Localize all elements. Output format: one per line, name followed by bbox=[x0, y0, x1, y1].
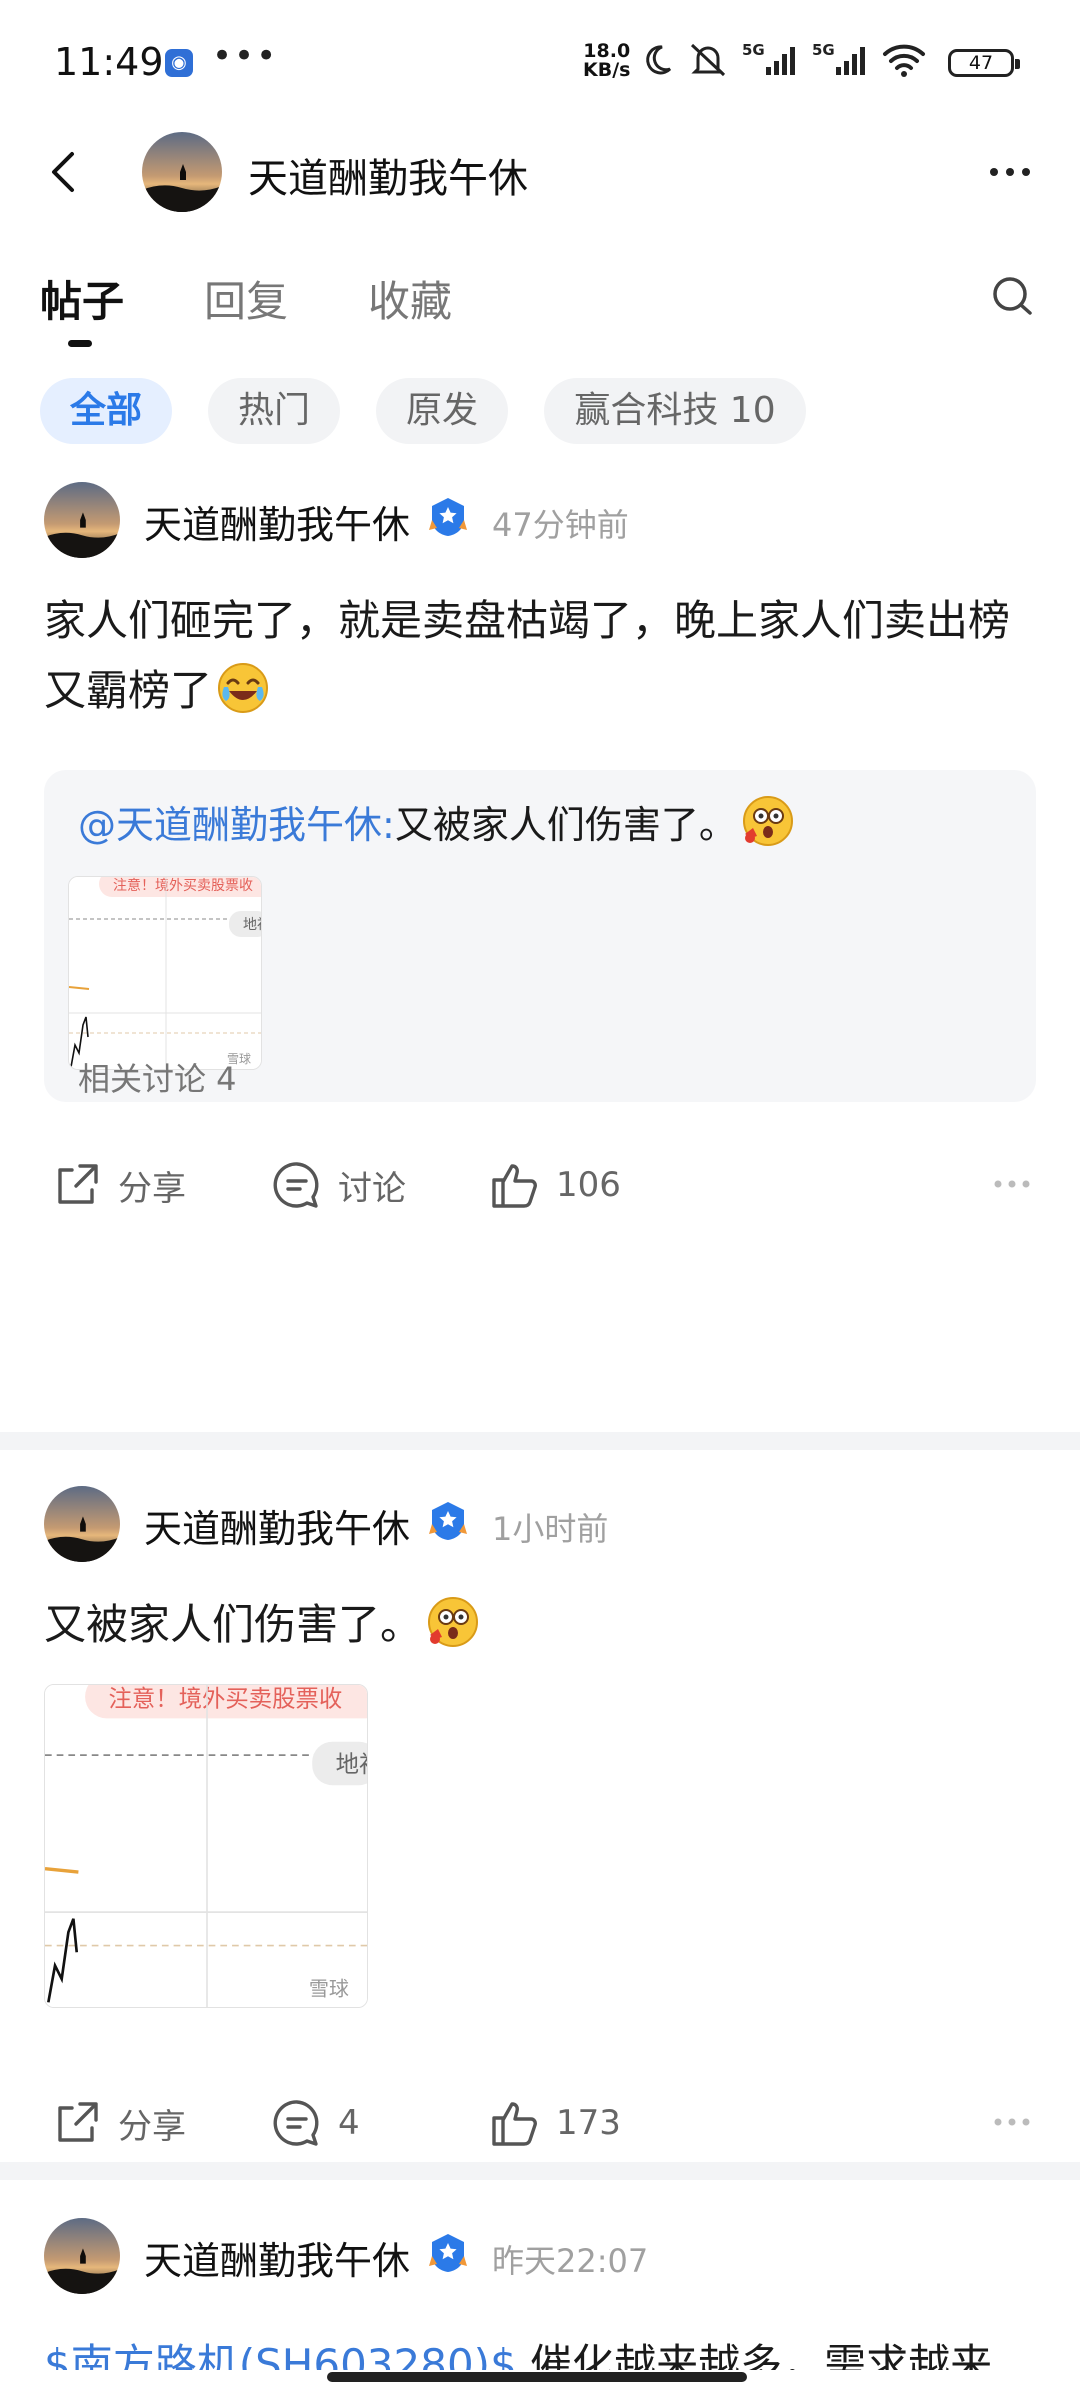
more-icon[interactable] bbox=[980, 142, 1040, 202]
svg-text:5G: 5G bbox=[742, 41, 765, 59]
back-arrow-icon[interactable] bbox=[36, 142, 96, 202]
net-speed-unit: KB/s bbox=[583, 59, 631, 81]
tab-bar: 帖子 回复 收藏 bbox=[0, 260, 1080, 360]
chart-thumbnail-image: 注意！境外买卖股票收 地衫 雪球 bbox=[45, 1685, 368, 2007]
chart-thumbnail[interactable]: 注意！境外买卖股票收 地衫 雪球 bbox=[44, 1684, 368, 2008]
comment-icon bbox=[273, 2100, 319, 2146]
verified-badge-icon bbox=[429, 1502, 467, 1540]
share-label: 分享 bbox=[118, 2106, 186, 2147]
moon-icon bbox=[646, 45, 672, 75]
signal-5g-icon: 5G bbox=[742, 41, 795, 75]
thumb-tag-text: 地衫 bbox=[243, 917, 262, 933]
post-divider bbox=[0, 2162, 1080, 2180]
profile-name: 天道酬勤我午休 bbox=[248, 156, 528, 202]
chart-thumbnail[interactable]: 注意！境外买卖股票收 地衫 雪球 bbox=[68, 876, 262, 1070]
signal-5g-icon-2: 5G bbox=[812, 41, 865, 75]
thumb-tag-text: 地衫 bbox=[336, 1750, 368, 1778]
like-count: 106 bbox=[556, 1165, 621, 1205]
net-speed: 18.0 KB/s bbox=[583, 42, 630, 80]
quoted-text: 又被家人们伤害了。 bbox=[394, 803, 737, 847]
chip-original[interactable]: 原发 bbox=[376, 378, 508, 444]
avatar[interactable] bbox=[142, 132, 222, 212]
svg-text:5G: 5G bbox=[812, 41, 835, 59]
post-text: 催化越来越多，需求越来 bbox=[516, 2340, 993, 2370]
status-more-icon: ••• bbox=[212, 36, 279, 76]
author-name[interactable]: 天道酬勤我午休 bbox=[144, 494, 410, 549]
like-button[interactable]: 106 bbox=[488, 1150, 621, 1220]
thumb-watermark-text: 雪球 bbox=[309, 1977, 349, 2001]
post-text: 家人们砸完了，就是卖盘枯竭了，晚上家人们卖出榜又霸榜了 bbox=[44, 596, 1011, 715]
tab-indicator bbox=[68, 340, 92, 347]
post-more-icon[interactable] bbox=[990, 2100, 1034, 2144]
chip-hot[interactable]: 热门 bbox=[208, 378, 340, 444]
tab-favorites[interactable]: 收藏 bbox=[368, 268, 452, 329]
author-name[interactable]: 天道酬勤我午休 bbox=[144, 2230, 410, 2285]
quoted-user-mention[interactable]: @天道酬勤我午休: bbox=[78, 803, 395, 847]
status-time: 11:49 bbox=[54, 40, 164, 84]
verified-badge-icon bbox=[429, 498, 467, 536]
dizzy-face-emoji bbox=[428, 1597, 479, 1647]
quoted-post-text: @天道酬勤我午休:又被家人们伤害了。 bbox=[78, 794, 795, 853]
mute-bell-icon bbox=[690, 43, 726, 77]
profile-header: 天道酬勤我午休 bbox=[0, 128, 1080, 216]
stock-link[interactable]: $南方路机(SH603280)$ bbox=[44, 2340, 517, 2370]
related-discussions[interactable]: 相关讨论 4 bbox=[78, 1054, 237, 1100]
post-divider bbox=[0, 1432, 1080, 1450]
battery-icon: 47 bbox=[948, 49, 1020, 77]
share-button[interactable]: 分享 bbox=[50, 2088, 186, 2158]
comment-button[interactable]: 4 bbox=[270, 2088, 360, 2158]
post-actions: 分享 讨论 106 bbox=[0, 1150, 1080, 1220]
post-more-icon[interactable] bbox=[990, 1162, 1034, 1206]
post-time: 昨天22:07 bbox=[492, 2242, 649, 2280]
share-icon bbox=[58, 1164, 98, 1204]
comment-label: 讨论 bbox=[338, 1168, 406, 1209]
status-icons: 5G 5G bbox=[640, 40, 926, 80]
share-button[interactable]: 分享 bbox=[50, 1150, 186, 1220]
avatar[interactable] bbox=[44, 2218, 120, 2294]
tab-posts[interactable]: 帖子 bbox=[40, 268, 124, 329]
chip-stock[interactable]: 赢合科技 10 bbox=[544, 378, 806, 444]
comment-icon bbox=[273, 1162, 319, 1208]
thumb-banner-text: 注意！境外买卖股票收 bbox=[113, 877, 253, 894]
chart-thumbnail-image: 注意！境外买卖股票收 地衫 雪球 bbox=[69, 877, 262, 1069]
thumbs-up-icon bbox=[492, 2102, 537, 2146]
post-time: 47分钟前 bbox=[492, 506, 629, 544]
comment-button[interactable]: 讨论 bbox=[270, 1150, 406, 1220]
laughing-crying-emoji bbox=[218, 663, 269, 713]
post-actions: 分享 4 173 bbox=[0, 2088, 1080, 2158]
avatar[interactable] bbox=[44, 1486, 120, 1562]
search-icon[interactable] bbox=[986, 270, 1042, 326]
comment-count: 4 bbox=[338, 2103, 360, 2143]
share-icon bbox=[58, 2102, 98, 2142]
tab-replies[interactable]: 回复 bbox=[204, 268, 288, 329]
thumb-banner-text: 注意！境外买卖股票收 bbox=[108, 1685, 342, 1713]
home-indicator[interactable] bbox=[327, 2372, 747, 2382]
notification-app-icon: ◉ bbox=[165, 49, 193, 77]
avatar[interactable] bbox=[44, 482, 120, 558]
post-content[interactable]: 家人们砸完了，就是卖盘枯竭了，晚上家人们卖出榜又霸榜了 bbox=[44, 586, 1044, 726]
thumbs-up-icon bbox=[492, 1164, 537, 1208]
post-content[interactable]: 又被家人们伤害了。 bbox=[44, 1590, 1044, 1660]
dizzy-face-emoji bbox=[742, 796, 793, 846]
post-content[interactable]: $南方路机(SH603280)$ 催化越来越多，需求越来 bbox=[44, 2330, 1044, 2370]
author-name[interactable]: 天道酬勤我午休 bbox=[144, 1498, 410, 1553]
quoted-post[interactable]: @天道酬勤我午休:又被家人们伤害了。 注意！境外买卖股票收 地衫 雪球 相关讨论… bbox=[44, 770, 1036, 1102]
filter-chips: 全部 热门 原发 赢合科技 10 bbox=[0, 378, 1080, 446]
status-bar: 11:49 ◉ ••• 18.0 KB/s 5G 5G 47 bbox=[0, 0, 1080, 128]
post-time: 1小时前 bbox=[492, 1510, 609, 1548]
post-text: 又被家人们伤害了。 bbox=[44, 1600, 423, 1649]
chip-all[interactable]: 全部 bbox=[40, 378, 172, 444]
share-label: 分享 bbox=[118, 1168, 186, 1209]
verified-badge-icon bbox=[429, 2234, 467, 2272]
like-button[interactable]: 173 bbox=[488, 2088, 621, 2158]
wifi-icon bbox=[883, 44, 925, 77]
like-count: 173 bbox=[556, 2103, 621, 2143]
